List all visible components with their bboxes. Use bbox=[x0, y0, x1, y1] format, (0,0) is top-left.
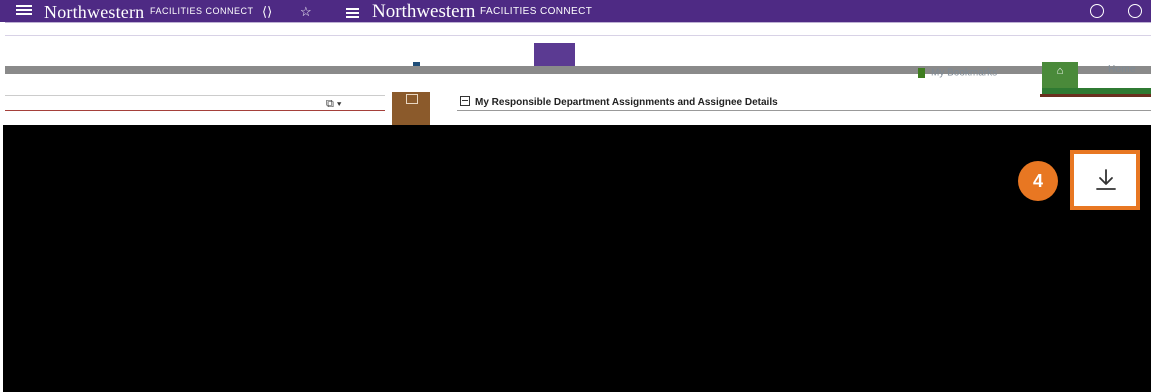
home-label[interactable]: Home bbox=[1108, 64, 1136, 75]
collapse-icon[interactable] bbox=[460, 96, 470, 106]
download-icon bbox=[1096, 169, 1116, 190]
notifications-icon[interactable]: ⟨⟩ bbox=[262, 4, 272, 20]
divider bbox=[5, 95, 385, 96]
top-bar: Northwestern FACILITIES CONNECT ⟨⟩ ☆ Nor… bbox=[0, 0, 1151, 22]
active-tab[interactable] bbox=[534, 43, 575, 68]
bookmark-icon bbox=[918, 67, 925, 78]
star-icon[interactable]: ☆ bbox=[300, 4, 312, 20]
download-button[interactable] bbox=[1070, 150, 1140, 210]
step-badge: 4 bbox=[1018, 161, 1058, 201]
section-title: My Responsible Department Assignments an… bbox=[475, 97, 778, 108]
user-icon[interactable] bbox=[1128, 4, 1142, 18]
divider bbox=[5, 22, 1151, 23]
bookmarks-link[interactable]: My Bookmarks bbox=[918, 64, 997, 78]
side-action-tab[interactable] bbox=[392, 92, 430, 125]
home-icon: ⌂ bbox=[1056, 65, 1064, 77]
brand-logo-secondary: Northwestern bbox=[372, 1, 476, 22]
bookmarks-label: My Bookmarks bbox=[931, 67, 998, 79]
download-button-face[interactable] bbox=[1074, 154, 1136, 206]
edit-icon bbox=[406, 94, 418, 104]
divider bbox=[5, 110, 385, 111]
divider bbox=[457, 110, 1151, 111]
tutorial-overlay bbox=[3, 125, 1151, 392]
brand-subtitle-secondary: FACILITIES CONNECT bbox=[480, 6, 593, 17]
accent-strip bbox=[1040, 94, 1151, 97]
brand-subtitle: FACILITIES CONNECT bbox=[150, 6, 254, 16]
divider bbox=[5, 35, 1151, 36]
brand-logo: Northwestern bbox=[44, 2, 145, 22]
menu-icon-secondary[interactable] bbox=[346, 6, 359, 20]
help-icon[interactable] bbox=[1090, 4, 1104, 18]
section-header[interactable]: My Responsible Department Assignments an… bbox=[460, 96, 778, 108]
menu-icon[interactable] bbox=[16, 3, 32, 17]
